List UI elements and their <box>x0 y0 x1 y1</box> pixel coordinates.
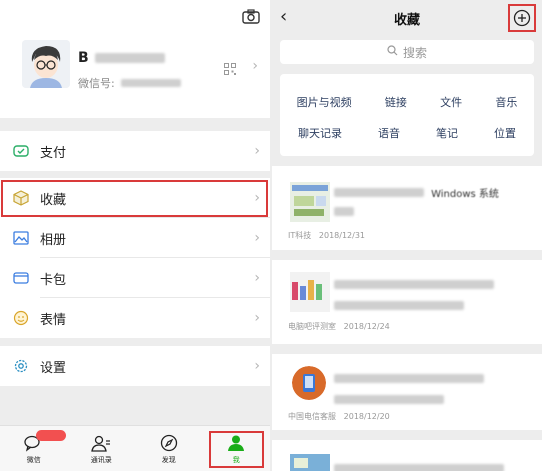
tab-label: 微信 <box>26 455 41 464</box>
favorite-source: IT科技 <box>288 231 312 240</box>
filter-notes[interactable]: 笔记 <box>436 125 458 141</box>
filter-photos-videos[interactable]: 图片与视频 <box>297 94 352 110</box>
filter-location[interactable]: 位置 <box>494 125 516 141</box>
menu-item-album[interactable]: 相册 › <box>0 218 270 258</box>
blurred-title-line2 <box>334 395 444 404</box>
favorite-title <box>334 368 484 408</box>
favorite-item[interactable] <box>272 440 542 471</box>
favorite-thumbnail <box>292 366 326 400</box>
tab-discover[interactable]: 发现 <box>135 426 203 471</box>
profile-card[interactable]: B 微信号: › <box>0 0 270 118</box>
favorite-source: 中国电信客服 <box>288 412 336 421</box>
search-input[interactable]: 搜索 <box>280 40 534 64</box>
blurred-title-line2 <box>334 207 354 216</box>
blurred-name <box>94 53 165 63</box>
favorite-date: 2018/12/24 <box>343 322 390 331</box>
favorite-date: 2018/12/20 <box>343 412 390 421</box>
settings-gear-icon <box>12 357 30 375</box>
search-icon <box>387 45 398 59</box>
menu-item-label: 表情 <box>40 312 67 328</box>
unread-badge <box>36 430 66 441</box>
qr-code-icon[interactable] <box>224 60 236 75</box>
card-wallet-icon <box>12 269 30 287</box>
search-placeholder: 搜索 <box>402 45 427 60</box>
filter-row-2: 聊天记录 语音 笔记 位置 <box>280 125 534 141</box>
wallet-icon <box>12 142 30 160</box>
filter-row-1: 图片与视频 链接 文件 音乐 <box>280 94 534 110</box>
favorite-meta: IT科技 2018/12/31 <box>288 230 365 241</box>
tab-chats[interactable]: 微信 <box>0 426 68 471</box>
add-favorite-button[interactable] <box>508 4 536 32</box>
favorite-item[interactable]: 电脑吧评测室 2018/12/24 <box>272 260 542 344</box>
camera-icon[interactable] <box>242 8 260 24</box>
filter-links[interactable]: 链接 <box>385 94 407 110</box>
menu-item-pay[interactable]: 支付 › <box>0 131 270 171</box>
page-title: 收藏 <box>393 13 420 28</box>
menu-item-cards[interactable]: 卡包 › <box>0 258 270 298</box>
blurred-title <box>334 188 424 197</box>
chevron-right-icon: › <box>254 358 260 374</box>
favorite-meta: 电脑吧评测室 2018/12/24 <box>288 321 390 332</box>
me-tab-highlight <box>209 431 264 468</box>
profile-name: B <box>78 50 165 66</box>
tab-contacts[interactable]: 通讯录 <box>68 426 136 471</box>
tab-label: 通讯录 <box>90 455 112 464</box>
filter-card: 图片与视频 链接 文件 音乐 聊天记录 语音 笔记 位置 <box>280 74 534 156</box>
compass-icon <box>159 433 179 453</box>
blurred-title <box>334 464 504 471</box>
chevron-right-icon: › <box>252 58 258 74</box>
favorite-title-text: Windows 系统 <box>431 189 499 200</box>
filter-chat-history[interactable]: 聊天记录 <box>298 125 342 141</box>
filter-voice[interactable]: 语音 <box>378 125 400 141</box>
menu-item-settings[interactable]: 设置 › <box>0 346 270 386</box>
menu-item-label: 相册 <box>40 232 67 248</box>
chevron-right-icon: › <box>254 143 260 159</box>
favorite-thumbnail <box>290 454 330 471</box>
blurred-id <box>120 79 181 87</box>
blurred-title <box>334 374 484 383</box>
tab-label: 发现 <box>161 455 176 464</box>
menu-item-label: 卡包 <box>40 272 67 288</box>
wechat-id: 微信号: <box>78 75 181 91</box>
photo-album-icon <box>12 229 30 247</box>
favorite-meta: 中国电信客服 2018/12/20 <box>288 411 390 422</box>
favorites-page: ‹ 收藏 搜索 图片与视频 链接 文件 音乐 聊天记录 语音 笔记 位置 Win… <box>272 0 542 471</box>
favorite-source: 电脑吧评测室 <box>288 322 336 331</box>
chevron-right-icon: › <box>254 310 260 326</box>
filter-files[interactable]: 文件 <box>440 94 462 110</box>
menu-item-label: 支付 <box>40 145 67 161</box>
favorite-title: Windows 系统 <box>334 182 499 220</box>
menu-item-label: 设置 <box>40 360 67 376</box>
favorite-thumbnail <box>290 182 330 222</box>
plus-circle-icon <box>513 9 531 27</box>
avatar[interactable] <box>22 40 70 88</box>
wechat-id-label: 微信号: <box>78 77 115 90</box>
menu-item-stickers[interactable]: 表情 › <box>0 298 270 338</box>
emoji-icon <box>12 309 30 327</box>
me-page: B 微信号: › 支付 › 收藏 › 相册 › 卡包 › 表情 › 设置 › 微… <box>0 0 270 471</box>
nav-bar: ‹ 收藏 <box>272 0 542 36</box>
favorite-item[interactable]: Windows 系统 IT科技 2018/12/31 <box>272 166 542 250</box>
blurred-title-line2 <box>334 301 464 310</box>
favorite-item[interactable]: 中国电信客服 2018/12/20 <box>272 354 542 430</box>
chevron-right-icon: › <box>254 230 260 246</box>
favorites-highlight <box>1 180 268 217</box>
contacts-icon <box>91 433 111 453</box>
filter-music[interactable]: 音乐 <box>495 94 517 110</box>
chevron-right-icon: › <box>254 270 260 286</box>
favorite-title <box>334 458 504 471</box>
blurred-title <box>334 280 494 289</box>
favorite-title <box>334 274 494 314</box>
profile-name-text: B <box>78 50 89 66</box>
favorite-thumbnail <box>290 272 330 312</box>
favorite-date: 2018/12/31 <box>318 231 365 240</box>
